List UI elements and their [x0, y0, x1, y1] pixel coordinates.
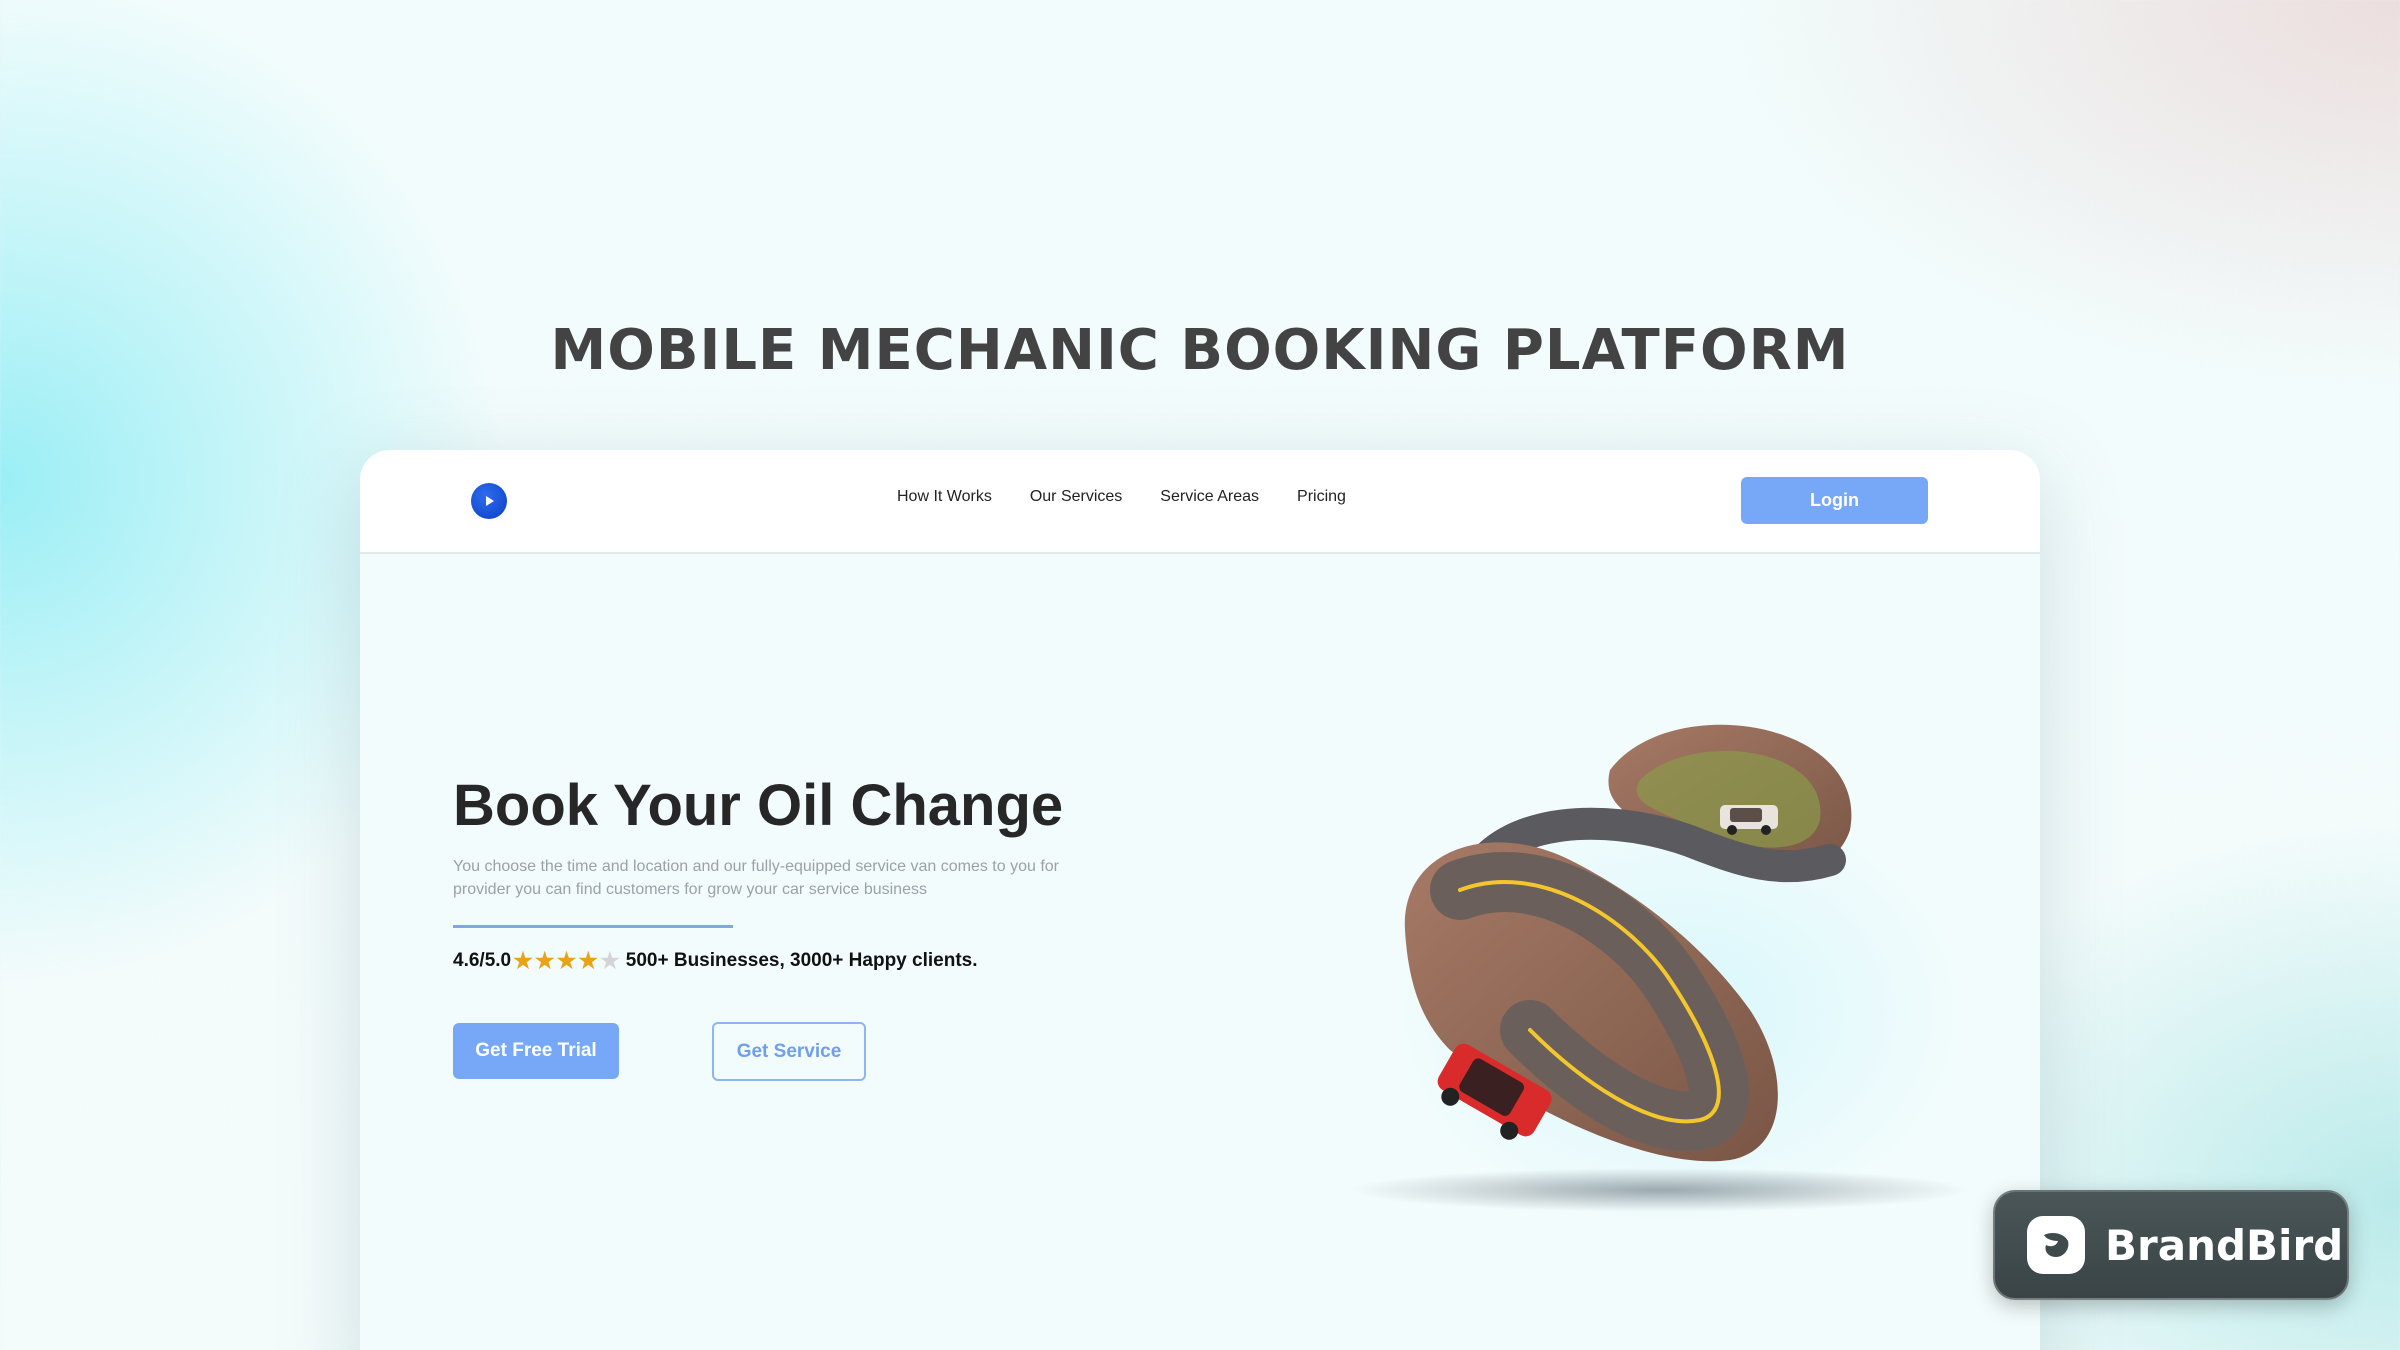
nav-links: How It Works Our Services Service Areas … [897, 488, 1346, 506]
brandbird-logo-icon [2027, 1216, 2085, 1274]
nav-link-service-areas[interactable]: Service Areas [1160, 488, 1259, 506]
star-icon: ★ [513, 948, 533, 973]
get-service-button[interactable]: Get Service [712, 1022, 866, 1081]
hero-title: Book Your Oil Change [453, 773, 1064, 838]
rating-row: 4.6/5.0 ★ ★ ★ ★ ★ 500+ Businesses, 3000+… [453, 950, 978, 972]
brandbird-badge[interactable]: BrandBird [1993, 1190, 2349, 1300]
play-triangle-icon [486, 496, 494, 506]
star-icon: ★ [578, 948, 599, 973]
hero-description: You choose the time and location and our… [453, 858, 1059, 898]
star-icon: ★ [556, 948, 577, 973]
star-empty-icon: ★ [600, 948, 620, 973]
hero-divider [453, 925, 733, 928]
winding-road-illustration [1350, 724, 1980, 1220]
bird-glyph-icon [2044, 1233, 2069, 1257]
nav-link-pricing[interactable]: Pricing [1297, 488, 1346, 506]
rating-score: 4.6/5.0 [453, 950, 512, 971]
navbar: How It Works Our Services Service Areas … [360, 450, 2040, 554]
play-circle-icon[interactable] [471, 483, 507, 519]
nav-link-how-it-works[interactable]: How It Works [897, 488, 992, 506]
website-mockup: How It Works Our Services Service Areas … [360, 450, 2040, 1350]
nav-link-our-services[interactable]: Our Services [1030, 488, 1122, 506]
get-free-trial-button[interactable]: Get Free Trial [453, 1023, 619, 1079]
page-heading: MOBILE MECHANIC BOOKING PLATFORM [550, 318, 1850, 383]
rating-stars: ★ ★ ★ ★ ★ [513, 950, 622, 972]
star-icon: ★ [534, 948, 555, 973]
rating-summary: 500+ Businesses, 3000+ Happy clients. [625, 950, 978, 971]
brandbird-label: BrandBird [2105, 1220, 2344, 1270]
ground-shadow [1350, 1168, 1970, 1212]
login-button[interactable]: Login [1741, 477, 1928, 524]
